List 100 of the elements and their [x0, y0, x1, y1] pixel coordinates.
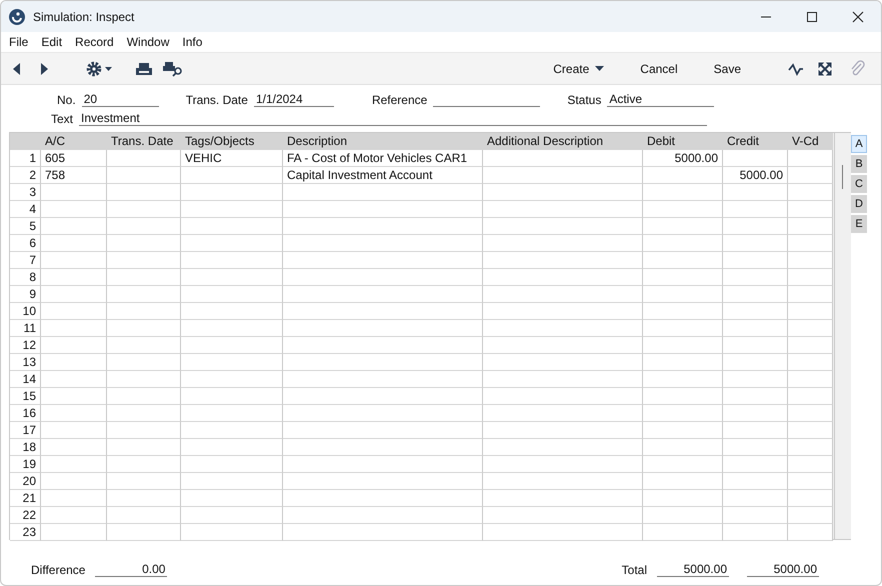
table-cell[interactable]	[107, 490, 181, 507]
table-cell[interactable]	[41, 354, 107, 371]
table-cell[interactable]	[643, 371, 723, 388]
table-cell[interactable]	[723, 235, 788, 252]
pulse-icon[interactable]	[787, 60, 805, 76]
table-cell[interactable]	[41, 269, 107, 286]
table-cell[interactable]	[283, 354, 483, 371]
table-cell[interactable]	[723, 388, 788, 405]
table-cell[interactable]	[723, 184, 788, 201]
table-cell[interactable]	[483, 337, 643, 354]
table-cell[interactable]	[181, 354, 283, 371]
table-cell[interactable]	[283, 252, 483, 269]
table-cell[interactable]	[181, 235, 283, 252]
table-cell[interactable]	[788, 252, 833, 269]
table-cell[interactable]	[788, 490, 833, 507]
table-cell[interactable]	[41, 439, 107, 456]
table-cell[interactable]	[283, 507, 483, 524]
table-cell[interactable]	[483, 320, 643, 337]
table-cell[interactable]	[283, 320, 483, 337]
table-cell[interactable]	[107, 184, 181, 201]
table-cell[interactable]	[483, 303, 643, 320]
table-cell[interactable]	[483, 150, 643, 167]
table-cell[interactable]	[788, 303, 833, 320]
table-cell[interactable]	[283, 422, 483, 439]
table-cell[interactable]	[643, 252, 723, 269]
table-cell[interactable]	[181, 320, 283, 337]
table-cell[interactable]: Capital Investment Account	[283, 167, 483, 184]
print-preview-icon[interactable]	[162, 60, 184, 78]
table-cell[interactable]	[483, 218, 643, 235]
table-cell[interactable]	[283, 388, 483, 405]
table-cell[interactable]	[723, 405, 788, 422]
table-cell[interactable]	[181, 490, 283, 507]
table-cell[interactable]	[483, 354, 643, 371]
table-cell[interactable]	[181, 524, 283, 541]
table-cell[interactable]	[723, 252, 788, 269]
table-cell[interactable]	[643, 303, 723, 320]
table-cell[interactable]	[41, 524, 107, 541]
status-field[interactable]: Active	[607, 92, 714, 107]
table-cell[interactable]	[643, 184, 723, 201]
table-cell[interactable]	[483, 269, 643, 286]
table-cell[interactable]	[107, 150, 181, 167]
menu-item[interactable]: Window	[126, 35, 170, 49]
side-tab[interactable]: E	[851, 215, 867, 233]
number-field[interactable]: 20	[82, 92, 159, 107]
table-cell[interactable]	[723, 422, 788, 439]
table-cell[interactable]	[788, 218, 833, 235]
table-cell[interactable]	[723, 269, 788, 286]
table-cell[interactable]	[483, 235, 643, 252]
expand-icon[interactable]	[816, 60, 834, 76]
table-cell[interactable]	[723, 201, 788, 218]
table-cell[interactable]	[41, 218, 107, 235]
side-tab[interactable]: C	[851, 175, 867, 193]
table-cell[interactable]	[107, 286, 181, 303]
table-cell[interactable]	[643, 405, 723, 422]
table-cell[interactable]	[483, 371, 643, 388]
table-cell[interactable]	[181, 218, 283, 235]
trans-date-field[interactable]: 1/1/2024	[254, 92, 334, 107]
table-cell[interactable]	[107, 388, 181, 405]
table-cell[interactable]	[788, 405, 833, 422]
table-cell[interactable]	[483, 439, 643, 456]
menu-item[interactable]: Edit	[41, 35, 62, 49]
table-cell[interactable]	[41, 371, 107, 388]
table-cell[interactable]	[181, 371, 283, 388]
table-cell[interactable]	[788, 473, 833, 490]
table-cell[interactable]	[788, 456, 833, 473]
table-cell[interactable]	[181, 439, 283, 456]
table-cell[interactable]	[483, 405, 643, 422]
create-button[interactable]: Create	[547, 58, 610, 78]
table-cell[interactable]	[107, 473, 181, 490]
table-cell[interactable]	[283, 303, 483, 320]
table-cell[interactable]	[723, 286, 788, 303]
table-cell[interactable]	[788, 439, 833, 456]
table-cell[interactable]	[107, 422, 181, 439]
table-cell[interactable]	[643, 337, 723, 354]
table-cell[interactable]	[181, 303, 283, 320]
table-cell[interactable]	[107, 235, 181, 252]
table-cell[interactable]	[107, 201, 181, 218]
table-cell[interactable]	[283, 473, 483, 490]
table-cell[interactable]	[723, 507, 788, 524]
table-cell[interactable]: 758	[41, 167, 107, 184]
printer-icon[interactable]	[135, 60, 153, 76]
menu-item[interactable]: File	[9, 35, 28, 49]
table-cell[interactable]: FA - Cost of Motor Vehicles CAR1	[283, 150, 483, 167]
table-cell[interactable]	[788, 524, 833, 541]
table-cell[interactable]	[107, 269, 181, 286]
table-cell[interactable]	[41, 184, 107, 201]
table-cell[interactable]	[283, 184, 483, 201]
table-cell[interactable]: 605	[41, 150, 107, 167]
table-cell[interactable]	[723, 337, 788, 354]
table-cell[interactable]	[181, 456, 283, 473]
table-cell[interactable]	[643, 524, 723, 541]
table-cell[interactable]	[723, 303, 788, 320]
menu-item[interactable]: Info	[182, 35, 202, 49]
table-cell[interactable]	[41, 252, 107, 269]
table-cell[interactable]	[107, 218, 181, 235]
table-cell[interactable]	[788, 507, 833, 524]
table-cell[interactable]	[723, 320, 788, 337]
table-cell[interactable]	[181, 473, 283, 490]
table-cell[interactable]	[788, 320, 833, 337]
table-cell[interactable]	[107, 405, 181, 422]
